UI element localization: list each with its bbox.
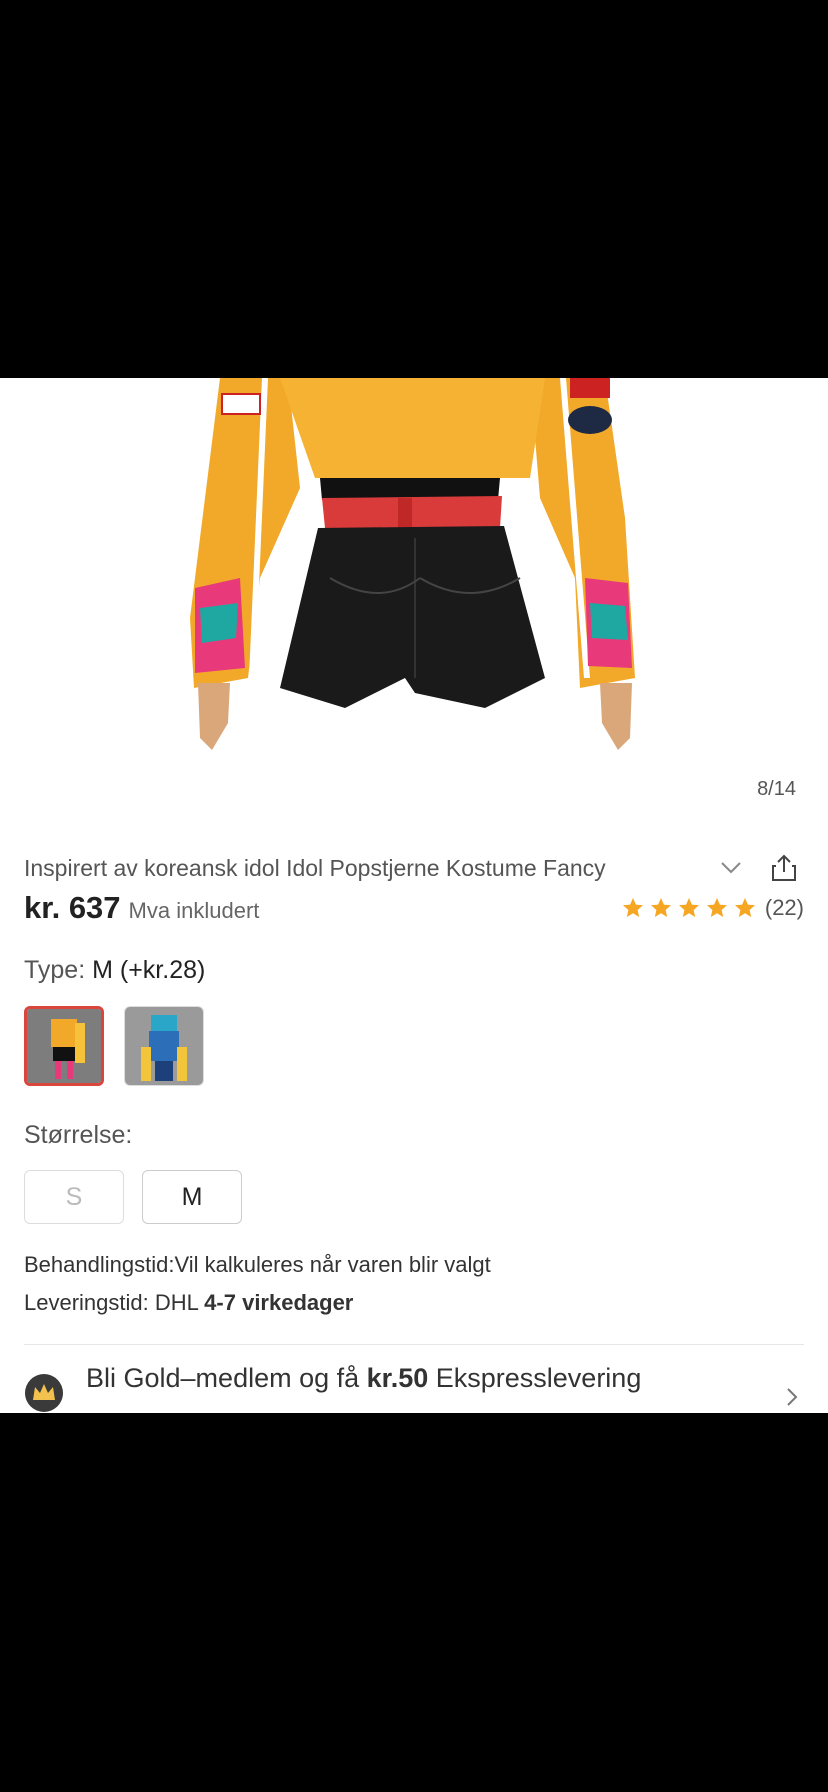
type-swatch-option[interactable] [124,1006,204,1086]
size-options: S M [24,1170,242,1224]
type-swatch-option[interactable] [24,1006,104,1086]
top-black-area [0,0,828,378]
gold-text: Bli Gold–medlem og få kr.50 Ekspressleve… [86,1363,641,1394]
product-image[interactable]: 8/14 [0,378,828,808]
crown-icon [24,1373,64,1413]
size-option-m[interactable]: M [142,1170,242,1224]
title-row: Inspirert av koreansk idol Idol Popstjer… [24,848,804,888]
star-icon [706,898,727,917]
price-block: kr. 637 Mva inkludert [24,890,259,926]
gold-prefix: Bli Gold–medlem og få [86,1363,360,1393]
chevron-right-icon [780,1385,804,1409]
product-title: Inspirert av koreansk idol Idol Popstjer… [24,854,606,881]
delivery-time: Leveringstid: DHL 4-7 virkedager [24,1290,353,1316]
rating-stars [621,896,757,920]
delivery-days: 4-7 virkedager [204,1290,354,1315]
swatch-thumbnail [27,1009,101,1083]
image-counter: 8/14 [757,778,796,800]
rating[interactable]: (22) [621,895,804,921]
product-photo-illustration [0,378,828,808]
divider [24,1344,804,1345]
gold-suffix: Ekspresslevering [435,1363,642,1393]
size-label: Størrelse: [24,1121,133,1149]
bottom-black-area [0,1413,828,1792]
star-icon [650,898,671,917]
rating-count: (22) [764,895,804,920]
star-icon [734,898,755,917]
star-icon [678,898,699,917]
size-option-s[interactable]: S [24,1170,124,1224]
price-row: kr. 637 Mva inkludert (22) [24,886,804,930]
gold-membership-banner[interactable]: Bli Gold–medlem og få kr.50 Ekspressleve… [24,1361,804,1413]
product-price: kr. 637 [24,890,121,925]
product-page: 8/14 Inspirert av koreansk idol Idol Pop… [0,378,828,1413]
processing-time: Behandlingstid:Vil kalkuleres når varen … [24,1252,491,1277]
chevron-down-icon[interactable] [716,853,746,883]
type-selected-value: M (+kr.28) [92,956,206,984]
gold-amount: kr.50 [366,1363,429,1393]
share-icon[interactable] [764,848,804,888]
tax-note: Mva inkludert [128,898,260,923]
swatch-thumbnail [125,1007,203,1085]
type-label: Type: M (+kr.28) [24,956,205,985]
delivery-prefix: Leveringstid: DHL [24,1290,199,1315]
star-icon [622,898,643,917]
type-label-text: Type: [24,956,86,984]
type-swatches [24,1006,204,1086]
